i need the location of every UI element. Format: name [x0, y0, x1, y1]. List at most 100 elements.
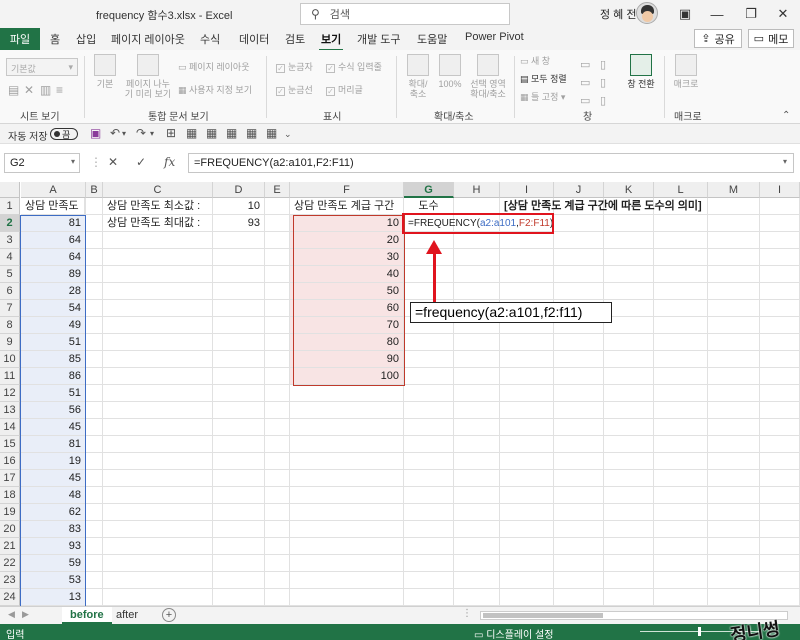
grid-cell[interactable]	[500, 487, 554, 504]
next-sheet-icon[interactable]: ▶	[22, 609, 29, 620]
sheet-tab-after[interactable]: after	[108, 607, 146, 624]
grid-cell[interactable]	[103, 589, 213, 606]
page-break-preview-button[interactable]: 페이지 나누 기 미리 보기	[122, 54, 174, 99]
row-header-5[interactable]: 5	[0, 266, 20, 283]
row-header-11[interactable]: 11	[0, 368, 20, 385]
grid-cell[interactable]	[760, 385, 800, 402]
cancel-icon[interactable]: ✕	[108, 155, 118, 169]
grid-cell[interactable]	[500, 402, 554, 419]
column-header-e[interactable]: E	[265, 182, 290, 198]
close-icon[interactable]: ✕	[766, 0, 800, 28]
grid-cell[interactable]	[265, 487, 290, 504]
grid-cell[interactable]	[290, 436, 404, 453]
grid-cell[interactable]	[213, 589, 265, 606]
zoom-button[interactable]: 확대/ 축소	[402, 54, 434, 99]
grid-cell[interactable]	[760, 538, 800, 555]
grid-cell[interactable]	[265, 266, 290, 283]
cell-f11[interactable]: 100	[290, 368, 404, 385]
grid-cell[interactable]	[265, 402, 290, 419]
grid-cell[interactable]	[404, 334, 454, 351]
grid-cell[interactable]	[604, 555, 654, 572]
grid-cell[interactable]	[554, 368, 604, 385]
grid-cell[interactable]	[86, 419, 103, 436]
grid-cell[interactable]	[213, 504, 265, 521]
grid-cell[interactable]	[554, 572, 604, 589]
cell-a14[interactable]: 45	[21, 419, 86, 436]
row-header-19[interactable]: 19	[0, 504, 20, 521]
exit-view-icon[interactable]: ✕	[24, 83, 34, 97]
options-view-icon[interactable]: ≡	[56, 83, 63, 97]
grid-cell[interactable]	[265, 572, 290, 589]
grid-cell[interactable]	[554, 487, 604, 504]
column-header-l[interactable]: L	[654, 182, 708, 198]
grid-cell[interactable]	[554, 283, 604, 300]
ruler-checkbox[interactable]: ✓ 눈금자	[276, 60, 313, 73]
column-header-d[interactable]: D	[213, 182, 265, 198]
grid-cell[interactable]	[654, 453, 708, 470]
grid-cell[interactable]	[604, 453, 654, 470]
grid-cell[interactable]	[760, 317, 800, 334]
grid-cell[interactable]	[708, 572, 760, 589]
grid-cell[interactable]	[500, 249, 554, 266]
grid-cell[interactable]	[500, 470, 554, 487]
grid-cell[interactable]	[760, 215, 800, 232]
normal-view-button[interactable]: 기본	[90, 54, 120, 89]
cell-a18[interactable]: 48	[21, 487, 86, 504]
sheet-tab-before[interactable]: before	[62, 607, 112, 624]
grid-cell[interactable]	[86, 334, 103, 351]
grid-cell[interactable]	[290, 453, 404, 470]
select-all-corner[interactable]	[0, 182, 20, 198]
grid-cell[interactable]	[213, 249, 265, 266]
grid-cell[interactable]	[213, 470, 265, 487]
search-box[interactable]: ⚲ 검색	[300, 3, 510, 25]
grid-cell[interactable]	[500, 572, 554, 589]
row-header-9[interactable]: 9	[0, 334, 20, 351]
grid-cell[interactable]	[708, 504, 760, 521]
grid-cell[interactable]	[265, 589, 290, 606]
grid-cell[interactable]	[86, 521, 103, 538]
grid-cell[interactable]	[103, 317, 213, 334]
grid-cell[interactable]	[290, 487, 404, 504]
cell-a3[interactable]: 64	[21, 232, 86, 249]
row-header-7[interactable]: 7	[0, 300, 20, 317]
grid-cell[interactable]	[404, 368, 454, 385]
grid-cell[interactable]	[213, 453, 265, 470]
split-icon[interactable]: ▭	[580, 58, 590, 71]
grid-cell[interactable]	[500, 538, 554, 555]
grid-cell[interactable]	[86, 572, 103, 589]
grid-cell[interactable]	[708, 368, 760, 385]
grid-cell[interactable]	[103, 555, 213, 572]
column-header-g[interactable]: G	[404, 182, 454, 198]
grid-cell[interactable]	[103, 300, 213, 317]
grid-cell[interactable]	[604, 351, 654, 368]
grid-cell[interactable]	[290, 419, 404, 436]
grid-cell[interactable]	[500, 555, 554, 572]
grid-cell[interactable]	[404, 521, 454, 538]
grid-cell[interactable]	[213, 572, 265, 589]
grid-cell[interactable]	[290, 385, 404, 402]
cell-f9[interactable]: 80	[290, 334, 404, 351]
grid-cell[interactable]	[103, 402, 213, 419]
grid-cell[interactable]	[103, 368, 213, 385]
grid-cell[interactable]	[454, 538, 500, 555]
grid-cell[interactable]	[404, 538, 454, 555]
cell-a24[interactable]: 13	[21, 589, 86, 606]
grid-cell[interactable]	[604, 436, 654, 453]
grid-cell[interactable]	[86, 317, 103, 334]
grid-cell[interactable]	[86, 368, 103, 385]
grid-cell[interactable]	[265, 334, 290, 351]
grid-cell[interactable]	[454, 334, 500, 351]
grid-cell[interactable]	[86, 385, 103, 402]
grid-cell[interactable]	[554, 436, 604, 453]
row-header-4[interactable]: 4	[0, 249, 20, 266]
reset-position-icon[interactable]: ▯	[600, 94, 606, 107]
grid-cell[interactable]	[213, 300, 265, 317]
row-header-17[interactable]: 17	[0, 470, 20, 487]
grid-cell[interactable]	[654, 487, 708, 504]
custom-views-button[interactable]: ▦ 사용자 지정 보기	[178, 83, 252, 96]
grid-cell[interactable]	[760, 419, 800, 436]
grid-cell[interactable]	[500, 504, 554, 521]
autosave-toggle[interactable]: 끔	[50, 128, 78, 140]
grid-cell[interactable]	[454, 351, 500, 368]
grid-cell[interactable]	[554, 232, 604, 249]
